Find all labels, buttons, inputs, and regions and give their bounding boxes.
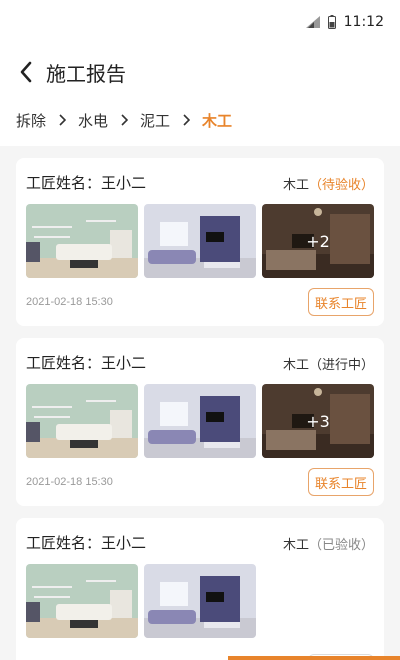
page-title: 施工报告 xyxy=(46,61,126,86)
report-card[interactable]: 工匠姓名：王小二 木工（已验收） xyxy=(16,518,384,660)
chevron-right-icon xyxy=(183,114,191,126)
scroll-indicator xyxy=(228,656,400,660)
breadcrumb-item-masonry[interactable]: 泥工 xyxy=(140,110,170,131)
craftsman-name-row: 工匠姓名：王小二 xyxy=(26,172,146,193)
status-bar: 11:12 xyxy=(0,0,400,44)
photo-strip: +3 xyxy=(26,384,374,458)
craftsman-name-label: 工匠姓名： xyxy=(26,534,102,552)
more-photos-count: +2 xyxy=(306,231,330,251)
craftsman-name-label: 工匠姓名： xyxy=(26,174,102,192)
breadcrumb-item-demolition[interactable]: 拆除 xyxy=(16,110,46,131)
back-button[interactable] xyxy=(8,52,44,92)
report-time: 2021-02-18 15:30 xyxy=(26,296,113,308)
status-time: 11:12 xyxy=(343,14,384,30)
chevron-right-icon xyxy=(59,114,67,126)
photo-living-room[interactable] xyxy=(26,564,138,638)
photo-tv-wall[interactable] xyxy=(144,384,256,458)
tv-wall-image xyxy=(144,204,256,278)
trade-label: 木工 xyxy=(282,538,309,553)
photo-living-room[interactable] xyxy=(26,384,138,458)
trade-label: 木工 xyxy=(282,358,309,373)
status-badge: 待验收 xyxy=(321,178,361,193)
craftsman-name: 王小二 xyxy=(101,354,147,372)
trade-status: 木工（待验收） xyxy=(282,178,374,193)
breadcrumb-item-plumbing[interactable]: 水电 xyxy=(78,110,108,131)
signal-icon xyxy=(305,16,320,28)
breadcrumb: 拆除 水电 泥工 木工 xyxy=(16,106,232,134)
craftsman-name: 王小二 xyxy=(101,534,147,552)
chevron-right-icon xyxy=(121,114,129,126)
photo-bedroom[interactable]: +2 xyxy=(262,204,374,278)
contact-craftsman-button[interactable]: 联系工匠 xyxy=(308,288,374,316)
header: 施工报告 xyxy=(0,52,400,92)
status-badge: 已验收 xyxy=(321,538,361,553)
photo-strip xyxy=(26,564,256,638)
status-badge: 进行中 xyxy=(321,358,361,373)
craftsman-name-row: 工匠姓名：王小二 xyxy=(26,352,146,373)
trade-status: 木工（已验收） xyxy=(282,538,374,553)
craftsman-name: 王小二 xyxy=(101,174,147,192)
photo-tv-wall[interactable] xyxy=(144,204,256,278)
tv-wall-image xyxy=(144,384,256,458)
tv-wall-image xyxy=(144,564,256,638)
craftsman-name-label: 工匠姓名： xyxy=(26,354,102,372)
craftsman-name-row: 工匠姓名：王小二 xyxy=(26,532,146,553)
breadcrumb-item-carpentry[interactable]: 木工 xyxy=(202,110,232,131)
report-list[interactable]: 工匠姓名：王小二 木工（待验收） +2 2021-02-18 15:30 联系工… xyxy=(0,146,400,660)
report-card[interactable]: 工匠姓名：王小二 木工（进行中） +3 2021-02-18 15:30 联系工… xyxy=(16,338,384,506)
chevron-left-icon xyxy=(20,61,32,83)
contact-craftsman-button[interactable]: 联系工匠 xyxy=(308,468,374,496)
photo-living-room[interactable] xyxy=(26,204,138,278)
battery-icon xyxy=(327,15,336,29)
more-photos-count: +3 xyxy=(306,411,330,431)
photo-bedroom[interactable]: +3 xyxy=(262,384,374,458)
living-room-image xyxy=(26,204,138,278)
living-room-image xyxy=(26,564,138,638)
photo-strip: +2 xyxy=(26,204,374,278)
trade-label: 木工 xyxy=(282,178,309,193)
report-card[interactable]: 工匠姓名：王小二 木工（待验收） +2 2021-02-18 15:30 联系工… xyxy=(16,158,384,326)
living-room-image xyxy=(26,384,138,458)
report-time: 2021-02-18 15:30 xyxy=(26,476,113,488)
trade-status: 木工（进行中） xyxy=(282,358,374,373)
photo-tv-wall[interactable] xyxy=(144,564,256,638)
